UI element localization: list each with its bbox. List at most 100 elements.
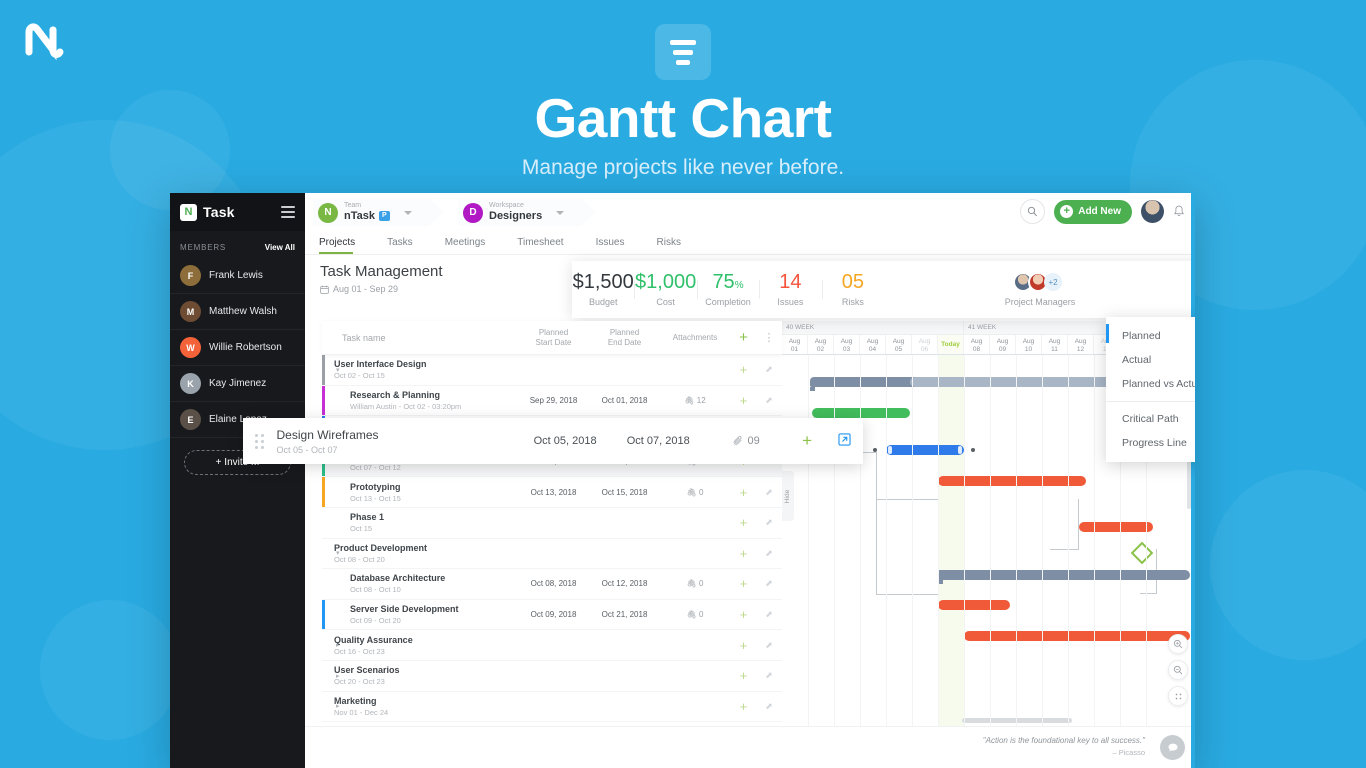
add-subtask-button[interactable]: + [730,668,757,683]
dropdown-item-planned-vs-actual[interactable]: Planned vs Actual [1106,372,1195,396]
dragging-task-row[interactable]: Design Wireframes Oct 05 - Oct 07 Oct 05… [243,418,863,464]
sidebar-member-item[interactable]: M Matthew Walsh [170,294,305,330]
gantt-milestone-phase1[interactable] [1130,541,1154,565]
avatar-more-count[interactable]: +2 [1044,273,1062,291]
table-row[interactable]: Phase 1 Oct 15 + ⬈ [322,508,782,539]
user-avatar[interactable] [1141,200,1164,223]
add-subtask-button[interactable]: + [730,546,757,561]
gantt-summary-cap [810,387,815,391]
gantt-bar-product-development[interactable] [938,570,1190,580]
search-icon[interactable] [1020,199,1046,224]
tab-tasks[interactable]: Tasks [387,231,435,254]
workspace-avatar: D [463,202,483,223]
gantt-bar-ui-design[interactable] [938,476,1086,486]
row-subtitle: Oct 15 [350,524,373,534]
add-subtask-button[interactable]: + [730,576,757,591]
view-mode-dropdown[interactable]: PlannedActualPlanned vs Actual Critical … [1106,317,1195,462]
chevron-down-icon[interactable] [403,210,412,215]
add-column-button[interactable]: + [730,329,757,346]
dropdown-item-actual[interactable]: Actual [1106,348,1195,372]
stat-value: 14 [779,271,802,293]
gantt-bar-database-architecture[interactable] [938,600,1010,610]
row-subtitle: Oct 07 - Oct 12 [350,463,401,473]
row-title: Product Development [334,542,428,553]
project-managers[interactable]: +2 Project Managers [884,272,1195,307]
tab-meetings[interactable]: Meetings [445,231,508,254]
team-selector[interactable]: N Team nTask P [313,199,443,226]
dropdown-item-planned[interactable]: Planned [1106,324,1195,348]
hamburger-icon[interactable] [281,206,295,218]
add-subtask-button[interactable]: + [730,699,757,714]
hide-panel-button[interactable]: Hide [782,471,794,521]
project-manager-avatars[interactable]: +2 [884,272,1195,292]
expand-toggle-icon[interactable]: ▾ [336,549,340,557]
tab-timesheet[interactable]: Timesheet [517,231,585,254]
table-row[interactable]: ▸ User Scenarios Oct 20 - Oct 23 + ⬈ [322,661,782,692]
expand-toggle-icon[interactable]: ▸ [336,672,340,680]
table-row[interactable]: ▾ Product Development Oct 08 - Oct 20 + ⬈ [322,539,782,570]
table-row[interactable]: ▸ Marketing Nov 01 - Dec 24 + ⬈ [322,692,782,723]
stat-value: 05 [841,271,864,293]
chevron-down-icon[interactable] [556,210,565,215]
external-link-icon[interactable]: ⬈ [757,578,781,589]
expand-toggle-icon[interactable]: ▸ [336,641,340,649]
add-subtask-button[interactable]: + [730,393,757,408]
sidebar-member-item[interactable]: K Kay Jimenez [170,366,305,402]
add-subtask-button[interactable]: + [730,485,757,500]
add-subtask-button[interactable]: + [730,607,757,622]
zoom-in-icon[interactable] [1168,634,1188,654]
expand-toggle-icon[interactable]: ▾ [336,366,340,374]
add-subtask-button[interactable]: + [789,431,826,451]
view-all-link[interactable]: View All [265,243,295,252]
add-subtask-button[interactable]: + [730,638,757,653]
chat-bubble-icon[interactable] [1160,735,1185,760]
stat-value: 75% [712,271,744,293]
workspace-selector[interactable]: D Workspace Designers [458,199,596,226]
external-link-icon[interactable]: ⬈ [757,517,781,528]
gantt-gridline [886,355,887,726]
table-row[interactable]: Database Architecture Oct 08 - Oct 10 Oct … [322,569,782,600]
dropdown-item-progress-line[interactable]: Progress Line [1106,431,1195,455]
tab-issues[interactable]: Issues [596,231,647,254]
zoom-out-icon[interactable] [1168,660,1188,680]
gantt-day-03: Aug 03 [834,335,860,354]
more-vertical-icon[interactable]: ⋮ [757,331,781,344]
tab-risks[interactable]: Risks [657,231,703,254]
sidebar-member-item[interactable]: F Frank Lewis [170,258,305,294]
table-row[interactable]: ▸ Quality Assurance Oct 16 - Oct 23 + ⬈ [322,630,782,661]
table-row[interactable]: Research & Planning William Austin - Oct … [322,385,782,417]
bell-icon[interactable] [1173,205,1185,218]
external-link-icon[interactable]: ⬈ [757,701,781,712]
expand-toggle-icon[interactable]: ▸ [336,702,340,710]
external-link-icon[interactable]: ⬈ [757,487,781,498]
gantt-gridline [808,355,809,726]
dropdown-item-critical-path[interactable]: Critical Path [1106,407,1195,431]
add-subtask-button[interactable]: + [730,515,757,530]
row-end-date: Oct 12, 2018 [601,579,648,589]
gantt-bar-prototyping[interactable] [1079,522,1153,532]
fit-screen-icon[interactable] [1168,686,1188,706]
gantt-bar-design-wireframes[interactable] [886,445,964,455]
external-link-icon[interactable]: ⬈ [757,640,781,651]
external-link-icon[interactable]: ⬈ [757,670,781,681]
sidebar-logo[interactable]: N Task [170,193,305,231]
add-new-label: Add New [1078,206,1121,217]
gantt-bar-server-side-development[interactable] [964,631,1190,641]
members-header: MEMBERS View All [170,231,305,258]
tab-projects[interactable]: Projects [319,231,377,254]
external-link-icon[interactable]: ⬈ [757,609,781,620]
external-link-icon[interactable]: ⬈ [757,364,781,375]
drag-handle-icon[interactable] [243,433,277,449]
add-subtask-button[interactable]: + [730,362,757,377]
external-link-icon[interactable] [826,433,863,449]
table-row[interactable]: Server Side Development Oct 09 - Oct 20 Oc… [322,599,782,631]
external-link-icon[interactable]: ⬈ [757,395,781,406]
external-link-icon[interactable]: ⬈ [757,548,781,559]
team-badge: P [378,211,390,222]
table-row[interactable]: ▾ User Interface Design Oct 02 - Oct 15 + ⬈ [322,355,782,386]
add-new-button[interactable]: + Add New [1054,199,1132,224]
horizontal-scrollbar[interactable] [962,718,1072,723]
sidebar-member-item[interactable]: W Willie Robertson [170,330,305,366]
table-row[interactable]: Prototyping Oct 13 - Oct 15 Oct 13, 2018 Oc… [322,477,782,508]
gantt-bar-research-planning[interactable] [812,408,910,418]
